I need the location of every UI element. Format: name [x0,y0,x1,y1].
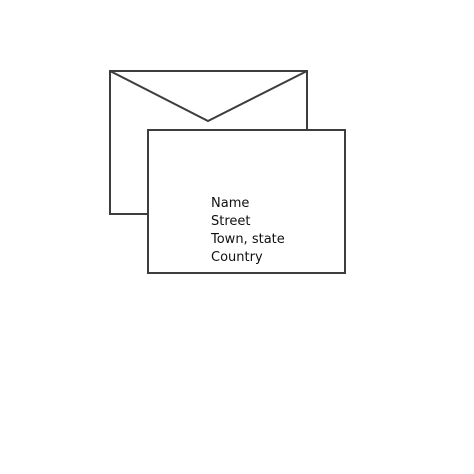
address-line-town-state: Town, state [210,232,285,247]
envelope-illustration: Name Street Town, state Country [109,70,346,274]
address-line-name: Name [211,196,249,211]
envelope-front: Name Street Town, state Country [147,129,346,274]
address-line-country: Country [211,250,263,265]
address-line-street: Street [211,214,251,229]
